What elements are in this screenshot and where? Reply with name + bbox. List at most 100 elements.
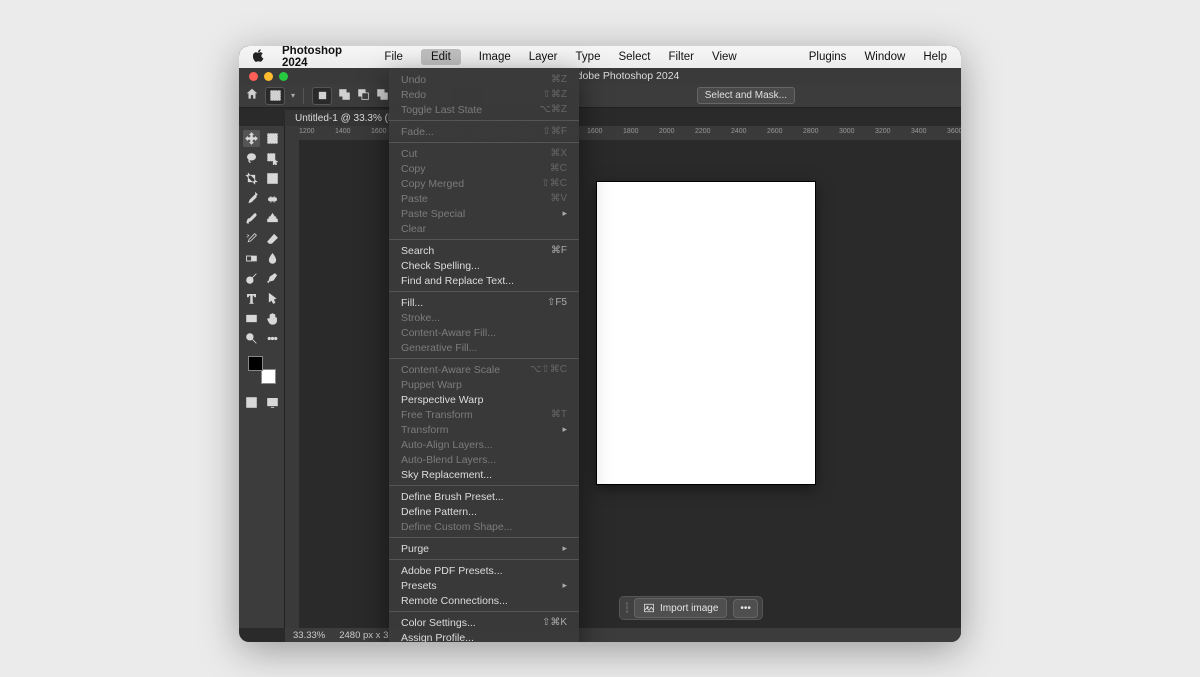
- blur-tool[interactable]: [264, 250, 281, 267]
- clone-stamp-tool[interactable]: [264, 210, 281, 227]
- menu-item-label: Purge: [401, 543, 429, 555]
- contextual-task-bar: ┆ Import image •••: [619, 596, 763, 620]
- new-selection-icon[interactable]: [312, 87, 332, 105]
- edit-menu-dropdown: Undo⌘ZRedo⇧⌘ZToggle Last State⌥⌘ZFade...…: [389, 68, 579, 642]
- menu-item-content-aware-fill: Content-Aware Fill...: [389, 325, 579, 340]
- zoom-readout[interactable]: 33.33%: [293, 630, 325, 641]
- healing-brush-tool[interactable]: [264, 190, 281, 207]
- history-brush-tool[interactable]: [243, 230, 260, 247]
- menu-item-check-spelling[interactable]: Check Spelling...: [389, 258, 579, 273]
- tool-preset-picker[interactable]: [265, 87, 285, 105]
- intersect-selection-icon[interactable]: [376, 88, 389, 104]
- submenu-arrow-icon: ▸: [562, 208, 567, 219]
- ruler-tick: 2200: [695, 128, 711, 135]
- menu-item-label: Color Settings...: [401, 617, 476, 629]
- screen-mode-icon[interactable]: [264, 394, 281, 411]
- ruler-tick: 3000: [839, 128, 855, 135]
- menu-item-label: Perspective Warp: [401, 394, 483, 406]
- shortcut-label: ⇧⌘C: [541, 178, 567, 189]
- move-tool[interactable]: [243, 130, 260, 147]
- menu-window[interactable]: Window: [864, 51, 905, 63]
- menu-item-puppet-warp: Puppet Warp: [389, 377, 579, 392]
- menu-item-auto-blend-layers: Auto-Blend Layers...: [389, 452, 579, 467]
- apple-icon[interactable]: [253, 49, 264, 65]
- import-image-button[interactable]: Import image: [634, 598, 727, 618]
- frame-tool[interactable]: [264, 170, 281, 187]
- import-image-label: Import image: [660, 603, 718, 614]
- shortcut-label: ⌘Z: [551, 74, 567, 85]
- menu-item-presets[interactable]: Presets▸: [389, 578, 579, 593]
- menu-item-label: Paste: [401, 193, 428, 205]
- app-name[interactable]: Photoshop 2024: [282, 46, 366, 69]
- menu-item-sky-replacement[interactable]: Sky Replacement...: [389, 467, 579, 482]
- ruler-tick: 3400: [911, 128, 927, 135]
- ruler-tick: 2600: [767, 128, 783, 135]
- select-and-mask-button[interactable]: Select and Mask...: [697, 87, 795, 104]
- rectangle-tool[interactable]: [243, 310, 260, 327]
- pen-tool[interactable]: [264, 270, 281, 287]
- menu-item-purge[interactable]: Purge▸: [389, 541, 579, 556]
- dodge-tool[interactable]: [243, 270, 260, 287]
- add-selection-icon[interactable]: [338, 88, 351, 104]
- menu-plugins[interactable]: Plugins: [809, 51, 847, 63]
- menu-item-find-and-replace-text[interactable]: Find and Replace Text...: [389, 273, 579, 288]
- menu-view[interactable]: View: [712, 51, 737, 63]
- minimize-window-icon[interactable]: [264, 72, 273, 81]
- menu-item-label: Puppet Warp: [401, 379, 462, 391]
- ruler-tick: 1200: [299, 128, 315, 135]
- menu-item-free-transform: Free Transform⌘T: [389, 407, 579, 422]
- quick-mask-icon[interactable]: [243, 394, 260, 411]
- menu-item-content-aware-scale: Content-Aware Scale⌥⇧⌘C: [389, 362, 579, 377]
- hand-tool[interactable]: [264, 310, 281, 327]
- menu-type[interactable]: Type: [576, 51, 601, 63]
- lasso-tool[interactable]: [243, 150, 260, 167]
- gradient-tool[interactable]: [243, 250, 260, 267]
- type-tool[interactable]: [243, 290, 260, 307]
- menu-item-clear: Clear: [389, 221, 579, 236]
- shortcut-label: ⇧⌘Z: [543, 89, 568, 100]
- edit-toolbar-icon[interactable]: [264, 330, 281, 347]
- color-swatches[interactable]: [248, 356, 276, 384]
- close-window-icon[interactable]: [249, 72, 258, 81]
- object-selection-tool[interactable]: [264, 150, 281, 167]
- menu-item-search[interactable]: Search⌘F: [389, 243, 579, 258]
- menu-edit[interactable]: Edit: [421, 49, 461, 65]
- shortcut-label: ⌘C: [550, 163, 567, 174]
- brush-tool[interactable]: [243, 210, 260, 227]
- subtract-selection-icon[interactable]: [357, 88, 370, 104]
- mac-menubar: Photoshop 2024 File Edit Image Layer Type Sel…: [239, 46, 961, 68]
- eraser-tool[interactable]: [264, 230, 281, 247]
- menu-item-remote-connections[interactable]: Remote Connections...: [389, 593, 579, 608]
- menu-item-label: Assign Profile...: [401, 632, 474, 643]
- more-options-icon[interactable]: •••: [733, 599, 758, 618]
- shortcut-label: ⇧⌘K: [542, 617, 567, 628]
- menu-item-fill[interactable]: Fill...⇧F5: [389, 295, 579, 310]
- marquee-tool[interactable]: [264, 130, 281, 147]
- crop-tool[interactable]: [243, 170, 260, 187]
- eyedropper-tool[interactable]: [243, 190, 260, 207]
- menu-item-define-pattern[interactable]: Define Pattern...: [389, 504, 579, 519]
- shortcut-label: ⇧F5: [547, 297, 567, 308]
- home-icon[interactable]: [245, 87, 259, 104]
- menu-file[interactable]: File: [384, 51, 403, 63]
- zoom-window-icon[interactable]: [279, 72, 288, 81]
- menu-select[interactable]: Select: [618, 51, 650, 63]
- menu-item-perspective-warp[interactable]: Perspective Warp: [389, 392, 579, 407]
- document-canvas[interactable]: [597, 182, 815, 484]
- menu-image[interactable]: Image: [479, 51, 511, 63]
- menu-item-adobe-pdf-presets[interactable]: Adobe PDF Presets...: [389, 563, 579, 578]
- menu-item-label: Define Pattern...: [401, 506, 477, 518]
- drag-handle-icon[interactable]: ┆: [624, 603, 628, 614]
- menu-help[interactable]: Help: [923, 51, 947, 63]
- menu-item-label: Cut: [401, 148, 417, 160]
- menu-filter[interactable]: Filter: [668, 51, 694, 63]
- path-selection-tool[interactable]: [264, 290, 281, 307]
- zoom-tool[interactable]: [243, 330, 260, 347]
- menu-item-define-brush-preset[interactable]: Define Brush Preset...: [389, 489, 579, 504]
- menu-layer[interactable]: Layer: [529, 51, 558, 63]
- menu-item-color-settings[interactable]: Color Settings... ⇧⌘K: [389, 615, 579, 630]
- menu-item-label: Auto-Blend Layers...: [401, 454, 496, 466]
- menu-item-label: Auto-Align Layers...: [401, 439, 493, 451]
- menu-item-assign-profile[interactable]: Assign Profile...: [389, 630, 579, 642]
- menu-item-label: Check Spelling...: [401, 260, 480, 272]
